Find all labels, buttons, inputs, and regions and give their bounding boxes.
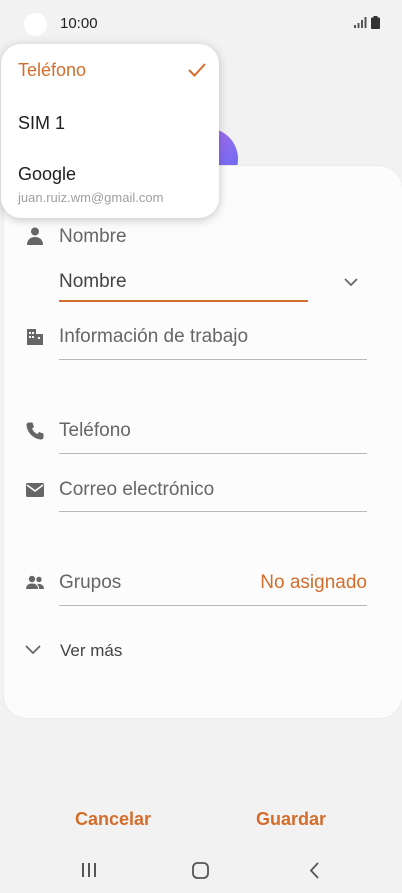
cancel-button[interactable]: Cancelar bbox=[75, 809, 151, 830]
name-input-underline bbox=[59, 300, 308, 302]
recent-apps-icon[interactable] bbox=[81, 862, 97, 878]
navigation-bar bbox=[0, 848, 402, 893]
name-section-label: Nombre bbox=[59, 226, 127, 247]
status-time: 10:00 bbox=[60, 15, 98, 32]
building-icon bbox=[27, 329, 43, 345]
battery-icon bbox=[371, 16, 380, 29]
groups-underline bbox=[59, 605, 367, 606]
camera-cutout bbox=[24, 13, 47, 36]
status-bar: 10:00 bbox=[0, 0, 402, 46]
save-button[interactable]: Guardar bbox=[256, 809, 326, 830]
status-icons bbox=[354, 16, 380, 29]
email-underline bbox=[59, 511, 367, 512]
dropdown-item-phone[interactable]: Teléfono bbox=[18, 60, 86, 81]
phone-field[interactable]: Teléfono bbox=[59, 420, 131, 442]
dropdown-item-sim1[interactable]: SIM 1 bbox=[18, 113, 65, 134]
phone-icon bbox=[26, 422, 44, 440]
chevron-down-icon[interactable] bbox=[343, 276, 359, 288]
name-input[interactable]: Nombre bbox=[59, 271, 127, 293]
contact-form-card bbox=[3, 165, 402, 719]
see-more-button[interactable]: Ver más bbox=[60, 641, 122, 661]
phone-screen: 10:00 Nombre Nombre Información de traba… bbox=[0, 0, 402, 893]
signal-icon bbox=[354, 17, 367, 28]
storage-account-dropdown: Teléfono SIM 1 Google juan.ruiz.wm@gmail… bbox=[1, 44, 219, 218]
phone-underline bbox=[59, 453, 367, 454]
expand-chevron-icon bbox=[25, 645, 41, 655]
email-icon bbox=[26, 483, 44, 497]
google-account-email: juan.ruiz.wm@gmail.com bbox=[18, 190, 164, 205]
person-icon bbox=[27, 227, 43, 245]
email-field[interactable]: Correo electrónico bbox=[59, 479, 214, 501]
groups-icon bbox=[26, 575, 44, 589]
check-icon bbox=[188, 63, 206, 77]
home-icon[interactable] bbox=[192, 862, 209, 879]
work-info-field[interactable]: Información de trabajo bbox=[59, 326, 248, 348]
back-icon[interactable] bbox=[308, 862, 320, 879]
groups-value[interactable]: No asignado bbox=[260, 572, 367, 594]
work-info-underline bbox=[59, 359, 367, 360]
dropdown-item-google[interactable]: Google bbox=[18, 164, 76, 185]
groups-label[interactable]: Grupos bbox=[59, 572, 121, 594]
